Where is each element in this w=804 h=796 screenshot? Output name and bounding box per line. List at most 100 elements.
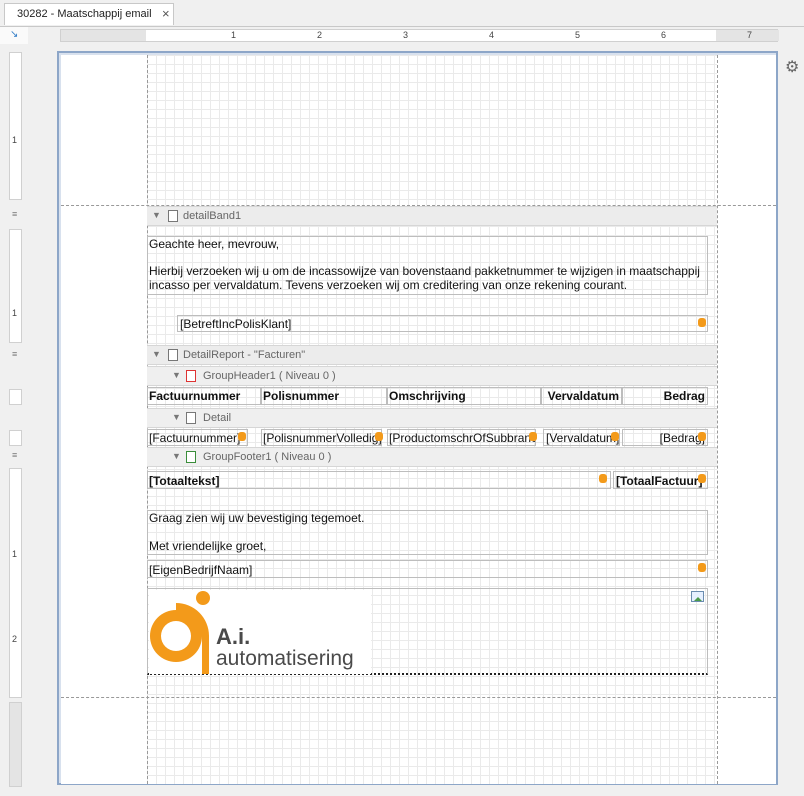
company-logo: A.i. automatisering xyxy=(149,590,371,674)
company-name-field[interactable]: [EigenBedrijfNaam] xyxy=(147,560,708,578)
letter-body-textbox[interactable]: Geachte heer, mevrouw, Hierbij verzoeken… xyxy=(147,236,708,295)
database-field-icon xyxy=(599,474,607,483)
detail-cell-text: [Factuurnummer] xyxy=(149,431,241,445)
band-icon xyxy=(168,349,178,361)
detail-cell-text: [PolisnummerVolledig] xyxy=(263,431,382,445)
header-cell[interactable]: Polisnummer xyxy=(261,387,387,405)
database-field-icon xyxy=(375,432,383,441)
band-label: detailBand1 xyxy=(183,210,242,222)
picture-icon xyxy=(691,591,704,602)
logo-text-line1: A.i. xyxy=(216,624,251,649)
header-cell[interactable]: Vervaldatum xyxy=(541,387,622,405)
detail-cell[interactable]: [PolisnummerVolledig] xyxy=(261,429,382,446)
ruler-number: 7 xyxy=(747,30,753,40)
detail-cell[interactable]: [Bedrag] xyxy=(622,429,708,446)
ruler-segment-footer xyxy=(9,468,22,698)
margin-guide-right xyxy=(717,55,718,784)
ruler-number: 2 xyxy=(317,30,323,40)
detail-cell[interactable]: [ProductomschrOfSubbranche] xyxy=(387,429,536,446)
logo-mark-icon xyxy=(150,591,210,674)
closing-text-line2: Met vriendelijke groet, xyxy=(149,539,267,553)
database-field-icon xyxy=(611,432,619,441)
ruler-number: 5 xyxy=(575,30,581,40)
group-footer-icon xyxy=(186,451,196,463)
group-header-icon xyxy=(186,370,196,382)
ruler-segment-detail xyxy=(9,229,22,343)
closing-textbox[interactable]: Graag zien wij uw bevestiging tegemoet. … xyxy=(147,510,708,555)
database-field-icon xyxy=(698,432,706,441)
collapse-arrow-icon[interactable]: ▼ xyxy=(152,349,161,359)
collapse-arrow-icon[interactable]: ▼ xyxy=(172,370,181,380)
totaal-tekst-field[interactable]: [Totaaltekst] xyxy=(147,471,611,489)
detail-cell[interactable]: [Factuurnummer] xyxy=(147,429,248,446)
database-field-icon xyxy=(238,432,246,441)
band-label: DetailReport - "Facturen" xyxy=(183,349,306,361)
band-label: GroupFooter1 ( Niveau 0 ) xyxy=(203,451,332,463)
ruler-segment-bottom-margin xyxy=(9,702,22,787)
band-detail[interactable]: ▼ Detail xyxy=(147,408,717,428)
header-cell-text: Vervaldatum xyxy=(547,389,619,403)
collapse-arrow-icon[interactable]: ▼ xyxy=(172,451,181,461)
document-tab-strip: 30282 - Maatschappij email × xyxy=(0,0,804,27)
ruler-segment-header xyxy=(9,389,22,405)
ruler-number: 3 xyxy=(403,30,409,40)
margin-guide-bottom xyxy=(61,697,776,698)
header-cell[interactable]: Omschrijving xyxy=(387,387,541,405)
company-name-text: [EigenBedrijfNaam] xyxy=(149,563,253,577)
header-cell-text: Factuurnummer xyxy=(149,389,241,403)
collapse-arrow-icon[interactable]: ▼ xyxy=(152,210,161,220)
body-text-line1: Hierbij verzoeken wij u om de incassowij… xyxy=(149,264,700,278)
database-field-icon xyxy=(698,474,706,483)
band-label: GroupHeader1 ( Niveau 0 ) xyxy=(203,370,336,382)
database-field-icon xyxy=(698,318,706,327)
detail-cell-text: [Vervaldatum] xyxy=(546,431,620,445)
totaal-tekst-text: [Totaaltekst] xyxy=(149,474,220,488)
header-cell-text: Omschrijving xyxy=(389,389,466,403)
ruler-corner-icon[interactable]: ↘ xyxy=(10,29,18,40)
band-label: Detail xyxy=(203,412,232,424)
ruler-number: 1 xyxy=(12,549,18,559)
band-marker-icon: ≡ xyxy=(12,209,18,219)
band-group-header[interactable]: ▼ GroupHeader1 ( Niveau 0 ) xyxy=(147,366,717,386)
body-text-line2: incasso per vervaldatum. Tevens verzoeke… xyxy=(149,278,628,292)
ruler-number: 6 xyxy=(661,30,667,40)
header-cell-text: Polisnummer xyxy=(263,389,340,403)
band-group-footer[interactable]: ▼ GroupFooter1 ( Niveau 0 ) xyxy=(147,447,717,467)
ruler-number: 1 xyxy=(231,30,237,40)
document-tab-title: 30282 - Maatschappij email xyxy=(17,8,152,20)
totaal-factuur-field[interactable]: [TotaalFactuur] xyxy=(613,471,708,489)
ruler-number: 4 xyxy=(489,30,495,40)
ruler-segment-detail-row xyxy=(9,430,22,446)
document-tab[interactable]: 30282 - Maatschappij email × xyxy=(4,3,174,25)
logo-text-line2: automatisering xyxy=(216,647,354,670)
betreft-field-text: [BetreftIncPolisKlant] xyxy=(180,317,292,331)
ruler-segment-top-margin xyxy=(9,52,22,200)
band-detailband1[interactable]: ▼ detailBand1 xyxy=(147,206,717,226)
ruler-corner: ↘ xyxy=(0,27,28,44)
picture-icon-mountain xyxy=(694,597,702,601)
detail-cell[interactable]: [Vervaldatum] xyxy=(543,429,620,446)
database-field-icon xyxy=(529,432,537,441)
band-detail-report[interactable]: ▼ DetailReport - "Facturen" xyxy=(147,345,717,365)
band-marker-icon: ≡ xyxy=(12,450,18,460)
ruler-number: 2 xyxy=(12,634,18,644)
totaal-factuur-text: [TotaalFactuur] xyxy=(616,474,703,488)
ruler-number: 1 xyxy=(12,135,18,145)
header-cell-text: Bedrag xyxy=(663,389,705,403)
ruler-number: 1 xyxy=(12,308,18,318)
settings-gear-icon[interactable]: ⚙ xyxy=(785,57,799,77)
closing-text-line1: Graag zien wij uw bevestiging tegemoet. xyxy=(149,511,365,525)
band-marker-icon: ≡ xyxy=(12,349,18,359)
detail-cell-text: [ProductomschrOfSubbranche] xyxy=(389,431,535,445)
horizontal-ruler[interactable]: 1 2 3 4 5 6 7 xyxy=(60,29,779,42)
close-icon[interactable]: × xyxy=(162,6,170,21)
vertical-ruler[interactable]: 1 ≡ 1 ≡ ≡ 1 2 xyxy=(9,52,22,787)
band-icon xyxy=(186,412,196,424)
collapse-arrow-icon[interactable]: ▼ xyxy=(172,412,181,422)
greeting-text: Geachte heer, mevrouw, xyxy=(149,237,280,251)
ruler-margin-left xyxy=(61,30,146,41)
header-cell[interactable]: Factuurnummer xyxy=(147,387,261,405)
betreft-field[interactable]: [BetreftIncPolisKlant] xyxy=(177,315,708,332)
header-cell[interactable]: Bedrag xyxy=(622,387,708,405)
database-field-icon xyxy=(698,563,706,572)
